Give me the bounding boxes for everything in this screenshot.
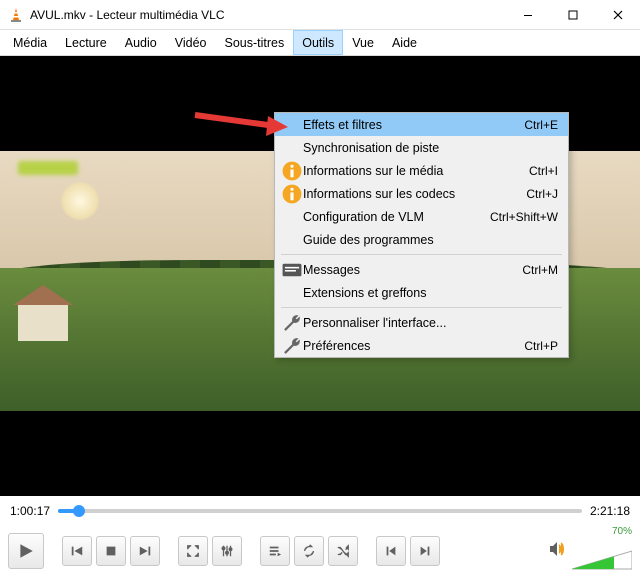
vlc-cone-icon — [8, 7, 24, 23]
current-time: 1:00:17 — [10, 504, 50, 518]
wrench-icon — [281, 312, 303, 334]
menu-item-effets-filtres[interactable]: Effets et filtres Ctrl+E — [275, 113, 568, 136]
wrench-icon — [281, 335, 303, 357]
volume-control: 70% — [548, 531, 632, 571]
fullscreen-button[interactable] — [178, 536, 208, 566]
maximize-button[interactable] — [550, 0, 595, 29]
menu-item-info-media[interactable]: Informations sur le média Ctrl+I — [275, 159, 568, 182]
loop-button[interactable] — [294, 536, 324, 566]
menu-media[interactable]: Média — [4, 30, 56, 55]
time-bar: 1:00:17 2:21:18 — [0, 496, 640, 526]
tools-dropdown: Effets et filtres Ctrl+E Synchronisation… — [274, 112, 569, 358]
title-bar: AVUL.mkv - Lecteur multimédia VLC — [0, 0, 640, 30]
next-button[interactable] — [130, 536, 160, 566]
menu-item-vlm[interactable]: Configuration de VLM Ctrl+Shift+W — [275, 205, 568, 228]
menu-item-synchronisation[interactable]: Synchronisation de piste — [275, 136, 568, 159]
menu-item-guide-programmes[interactable]: Guide des programmes — [275, 228, 568, 251]
menu-item-preferences[interactable]: Préférences Ctrl+P — [275, 334, 568, 357]
messages-icon — [281, 259, 303, 281]
menu-item-personnaliser[interactable]: Personnaliser l'interface... — [275, 311, 568, 334]
speaker-icon[interactable] — [548, 540, 566, 563]
menu-sous-titres[interactable]: Sous-titres — [215, 30, 293, 55]
menu-aide[interactable]: Aide — [383, 30, 426, 55]
minimize-button[interactable] — [505, 0, 550, 29]
extended-settings-button[interactable] — [212, 536, 242, 566]
menu-outils[interactable]: Outils — [293, 30, 343, 55]
shuffle-button[interactable] — [328, 536, 358, 566]
menu-item-messages[interactable]: Messages Ctrl+M — [275, 258, 568, 281]
close-button[interactable] — [595, 0, 640, 29]
window-buttons — [505, 0, 640, 29]
volume-percent-label: 70% — [612, 526, 632, 537]
menu-item-extensions[interactable]: Extensions et greffons — [275, 281, 568, 304]
annotation-arrow — [190, 109, 290, 145]
step-back-button[interactable] — [376, 536, 406, 566]
step-forward-button[interactable] — [410, 536, 440, 566]
video-area[interactable]: Effets et filtres Ctrl+E Synchronisation… — [0, 56, 640, 496]
playlist-button[interactable] — [260, 536, 290, 566]
total-time: 2:21:18 — [590, 504, 630, 518]
previous-button[interactable] — [62, 536, 92, 566]
window-title: AVUL.mkv - Lecteur multimédia VLC — [30, 8, 505, 22]
info-icon — [281, 160, 303, 182]
menu-audio[interactable]: Audio — [116, 30, 166, 55]
controls-bar: 70% — [0, 526, 640, 576]
menu-separator — [281, 254, 562, 255]
stop-button[interactable] — [96, 536, 126, 566]
seek-knob[interactable] — [73, 505, 85, 517]
menu-video[interactable]: Vidéo — [166, 30, 216, 55]
seek-slider[interactable] — [58, 507, 582, 515]
play-button[interactable] — [8, 533, 44, 569]
menu-bar: Média Lecture Audio Vidéo Sous-titres Ou… — [0, 30, 640, 56]
volume-slider[interactable] — [572, 549, 632, 571]
menu-lecture[interactable]: Lecture — [56, 30, 116, 55]
menu-separator — [281, 307, 562, 308]
menu-item-info-codecs[interactable]: Informations sur les codecs Ctrl+J — [275, 182, 568, 205]
menu-vue[interactable]: Vue — [343, 30, 383, 55]
video-watermark — [18, 161, 78, 175]
info-icon — [281, 183, 303, 205]
